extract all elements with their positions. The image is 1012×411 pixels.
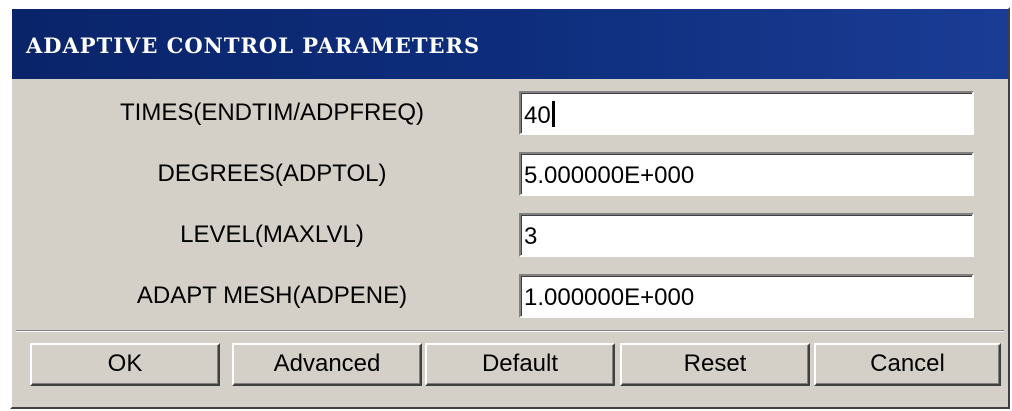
reset-button[interactable]: Reset (620, 343, 810, 386)
level-label: LEVEL(MAXLVL) (180, 221, 364, 248)
adapt-mesh-input[interactable]: 1.000000E+000 (519, 274, 974, 318)
advanced-button[interactable]: Advanced (232, 343, 422, 386)
field-row-degrees: DEGREES(ADPTOL) 5.000000E+000 (12, 152, 1008, 200)
level-input[interactable]: 3 (519, 213, 974, 257)
title-bar[interactable]: ADAPTIVE CONTROL PARAMETERS (12, 9, 1008, 79)
cancel-button[interactable]: Cancel (814, 343, 1001, 386)
times-value: 40 (524, 102, 551, 129)
field-row-adapt-mesh: ADAPT MESH(ADPENE) 1.000000E+000 (12, 274, 1008, 322)
dialog-title: ADAPTIVE CONTROL PARAMETERS (26, 33, 481, 58)
level-value: 3 (524, 223, 538, 250)
button-separator (16, 330, 1004, 332)
times-input[interactable]: 40 (519, 91, 974, 135)
degrees-value: 5.000000E+000 (524, 162, 695, 189)
adapt-mesh-label: ADAPT MESH(ADPENE) (136, 282, 408, 309)
adaptive-control-dialog: ADAPTIVE CONTROL PARAMETERS TIMES(ENDTIM… (10, 7, 1010, 409)
ok-button[interactable]: OK (30, 343, 220, 386)
default-button[interactable]: Default (425, 343, 615, 386)
field-row-times: TIMES(ENDTIM/ADPFREQ) 40 (12, 91, 1008, 139)
times-label: TIMES(ENDTIM/ADPFREQ) (120, 99, 424, 126)
degrees-label: DEGREES(ADPTOL) (157, 160, 387, 187)
adapt-mesh-value: 1.000000E+000 (524, 284, 695, 311)
degrees-input[interactable]: 5.000000E+000 (519, 152, 974, 196)
field-row-level: LEVEL(MAXLVL) 3 (12, 213, 1008, 261)
text-caret (551, 101, 555, 127)
